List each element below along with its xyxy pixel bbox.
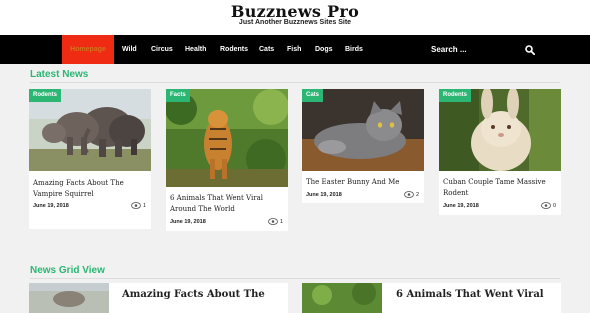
nav-item-birds[interactable]: Birds — [345, 35, 363, 64]
view-count-value: 0 — [552, 203, 556, 209]
view-count: 0 — [541, 202, 556, 209]
news-card-image[interactable]: Rodents — [29, 89, 151, 171]
view-count: 1 — [268, 218, 283, 225]
grid-item-title[interactable]: 6 Animals That Went Viral — [396, 289, 544, 300]
news-grid-heading: News Grid View — [30, 265, 105, 276]
nav-item-fish[interactable]: Fish — [287, 35, 301, 64]
category-badge[interactable]: Facts — [166, 89, 190, 102]
category-badge[interactable]: Rodents — [29, 89, 61, 102]
news-card-title[interactable]: Cuban Couple Tame Massive Rodent — [443, 177, 557, 199]
view-count-value: 1 — [279, 219, 283, 225]
eye-icon — [541, 202, 551, 209]
grid-image-2 — [302, 283, 382, 313]
main-navigation: Homepage Wild Circus Health Rodents Cats… — [0, 35, 590, 64]
eye-icon — [404, 191, 414, 198]
tiger-image — [166, 89, 288, 187]
search-input[interactable]: Search ... — [431, 35, 467, 64]
site-tagline: Just Another Buzznews Sites Site — [238, 19, 352, 26]
view-count: 2 — [404, 191, 419, 198]
nav-item-circus[interactable]: Circus — [151, 35, 173, 64]
eye-icon — [268, 218, 278, 225]
nav-item-cats[interactable]: Cats — [259, 35, 274, 64]
eye-icon — [131, 202, 141, 209]
news-card[interactable]: Facts 6 Animals That Went Viral Around T… — [166, 89, 288, 231]
section-divider — [30, 278, 560, 279]
news-card[interactable]: Rodents Amazing Facts About The Vampire … — [29, 89, 151, 229]
grid-image-1 — [29, 283, 109, 313]
news-card-date: June 19, 2018 — [33, 203, 69, 209]
grid-item-image[interactable] — [29, 283, 109, 313]
grid-item-image[interactable] — [302, 283, 382, 313]
search-icon[interactable] — [525, 45, 535, 55]
section-divider — [30, 82, 560, 83]
nav-item-wild[interactable]: Wild — [122, 35, 137, 64]
news-card-title[interactable]: 6 Animals That Went Viral Around The Wor… — [170, 193, 284, 215]
news-card-image[interactable]: Rodents — [439, 89, 561, 171]
nav-item-homepage[interactable]: Homepage — [62, 35, 114, 64]
news-card[interactable]: Cats The Easter Bunny And Me June 19, 20… — [302, 89, 424, 203]
view-count: 1 — [131, 202, 146, 209]
news-card-date: June 19, 2018 — [170, 219, 206, 225]
news-card-title[interactable]: Amazing Facts About The Vampire Squirrel — [33, 178, 147, 200]
nav-item-dogs[interactable]: Dogs — [315, 35, 333, 64]
nav-item-rodents[interactable]: Rodents — [220, 35, 248, 64]
news-card-title[interactable]: The Easter Bunny And Me — [306, 177, 420, 188]
view-count-value: 1 — [142, 203, 146, 209]
site-header: Buzznews Pro Just Another Buzznews Sites… — [0, 0, 590, 35]
latest-news-heading: Latest News — [30, 69, 89, 80]
view-count-value: 2 — [415, 192, 419, 198]
news-card-date: June 19, 2018 — [443, 203, 479, 209]
news-card-image[interactable]: Facts — [166, 89, 288, 187]
category-badge[interactable]: Rodents — [439, 89, 471, 102]
news-card[interactable]: Rodents Cuban Couple Tame Massive Rodent… — [439, 89, 561, 215]
news-card-date: June 19, 2018 — [306, 192, 342, 198]
category-badge[interactable]: Cats — [302, 89, 324, 102]
news-card-image[interactable]: Cats — [302, 89, 424, 171]
grid-item-title[interactable]: Amazing Facts About The — [122, 289, 265, 300]
nav-item-health[interactable]: Health — [185, 35, 206, 64]
